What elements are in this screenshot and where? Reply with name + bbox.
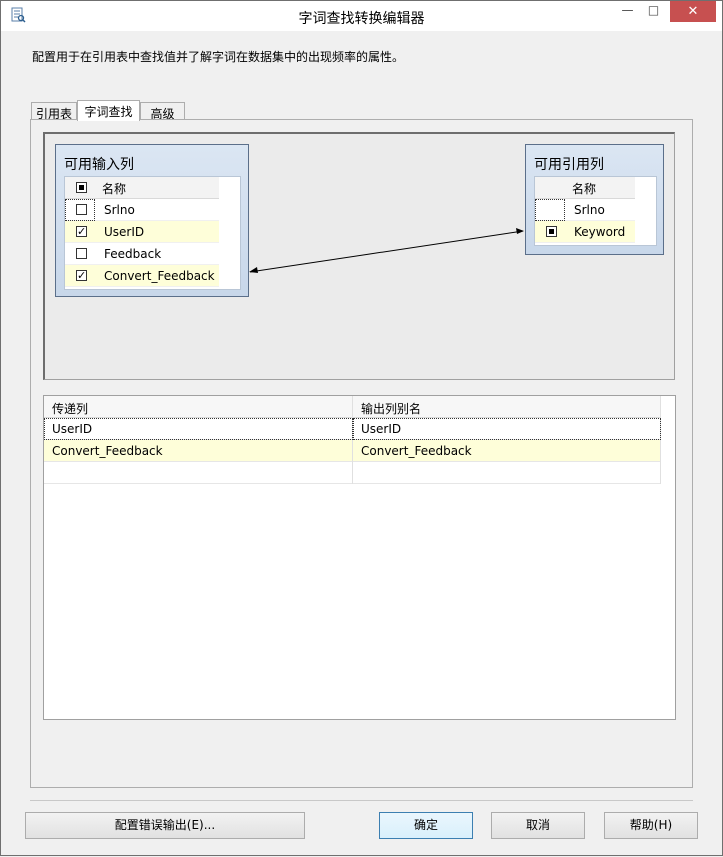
close-button[interactable]: ✕ [670, 1, 716, 22]
table-row[interactable]: Convert_Feedback Convert_Feedback [44, 440, 661, 462]
input-columns-title: 可用输入列 [64, 157, 134, 173]
input-row-srlno[interactable]: Srlno [65, 199, 219, 221]
maximize-button[interactable]: □ [640, 3, 667, 23]
reference-columns-box[interactable]: 可用引用列 名称 Srlno Keyword [525, 144, 664, 255]
reference-row-label: Keyword [574, 225, 626, 239]
output-alias-cell[interactable]: UserID [353, 418, 661, 440]
cancel-button[interactable]: 取消 [491, 812, 585, 839]
button-separator [30, 800, 693, 801]
passthrough-cell[interactable]: Convert_Feedback [44, 440, 353, 462]
passthrough-header-row: 传递列 输出列别名 [44, 396, 661, 418]
convert-feedback-checkbox[interactable]: ✓ [76, 270, 87, 281]
input-row-feedback[interactable]: Feedback [65, 243, 219, 265]
keyword-checkbox[interactable] [546, 226, 557, 237]
header-passthrough-column[interactable]: 传递列 [44, 396, 353, 418]
input-columns-header: 名称 [65, 177, 219, 199]
reference-columns-header-label: 名称 [572, 182, 597, 196]
reference-columns-header: 名称 [535, 177, 635, 199]
input-columns-grid: 名称 Srlno ✓ UserID Feedback ✓ Convert_Fee… [64, 176, 241, 290]
output-alias-cell[interactable] [353, 462, 661, 484]
configure-error-output-button[interactable]: 配置错误输出(E)... [25, 812, 305, 839]
help-button[interactable]: 帮助(H) [604, 812, 698, 839]
header-output-alias[interactable]: 输出列别名 [353, 396, 661, 418]
ok-button[interactable]: 确定 [379, 812, 473, 839]
minimize-button[interactable]: — [614, 3, 641, 23]
tab-reference-table[interactable]: 引用表 [31, 102, 77, 121]
passthrough-cell[interactable] [44, 462, 353, 484]
dialog-window: 字词查找转换编辑器 — □ ✕ 配置用于在引用表中查找值并了解字词在数据集中的出… [0, 0, 723, 856]
focus-cell [535, 199, 565, 221]
reference-columns-title: 可用引用列 [534, 157, 604, 173]
feedback-checkbox[interactable] [76, 248, 87, 259]
input-row-label: UserID [104, 225, 145, 239]
passthrough-grid: 传递列 输出列别名 UserID UserID Convert_Feedback… [43, 395, 676, 720]
input-row-userid[interactable]: ✓ UserID [65, 221, 219, 243]
empty-table-row[interactable] [44, 462, 661, 484]
reference-row-keyword[interactable]: Keyword [535, 221, 635, 243]
input-row-convert-feedback[interactable]: ✓ Convert_Feedback [65, 265, 219, 287]
select-all-checkbox[interactable] [76, 182, 87, 193]
title-bar: 字词查找转换编辑器 — □ ✕ [1, 1, 722, 31]
passthrough-cell[interactable]: UserID [44, 418, 353, 440]
table-row[interactable]: UserID UserID [44, 418, 661, 440]
input-row-label: Feedback [104, 247, 162, 261]
srlno-checkbox[interactable] [76, 204, 87, 215]
input-columns-header-label: 名称 [102, 182, 127, 196]
input-columns-box[interactable]: 可用输入列 名称 Srlno ✓ UserID Feedback ✓ Conve [55, 144, 249, 297]
reference-row-srlno[interactable]: Srlno [535, 199, 635, 221]
tab-advanced[interactable]: 高级 [140, 102, 185, 121]
reference-row-label: Srlno [574, 203, 605, 217]
tab-term-lookup[interactable]: 字词查找 [77, 100, 140, 121]
userid-checkbox[interactable]: ✓ [76, 226, 87, 237]
output-alias-cell[interactable]: Convert_Feedback [353, 440, 661, 462]
reference-columns-grid: 名称 Srlno Keyword [534, 176, 657, 246]
input-row-label: Convert_Feedback [104, 269, 215, 283]
input-row-label: Srlno [104, 203, 135, 217]
description-text: 配置用于在引用表中查找值并了解字词在数据集中的出现频率的属性。 [32, 50, 405, 64]
